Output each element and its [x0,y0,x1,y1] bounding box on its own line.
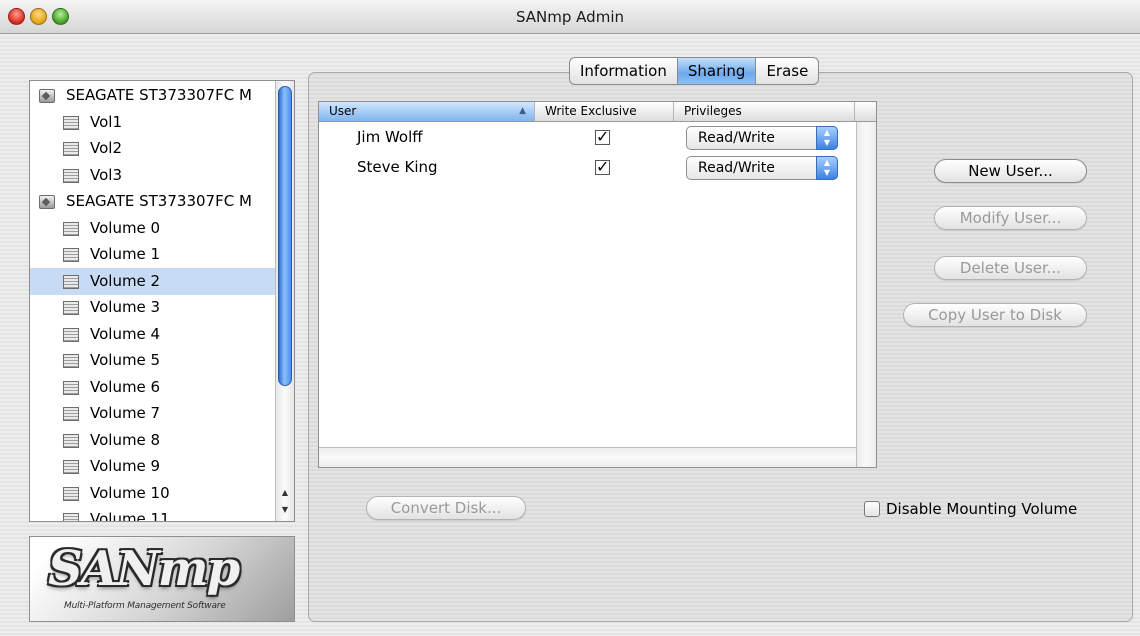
tree-item-label: Volume 9 [90,457,161,475]
user-name-cell: Jim Wolff [357,128,423,146]
column-header-user-label: User [329,104,357,118]
volume-icon [63,513,79,521]
tree-item-volume[interactable]: Volume 11 [30,506,275,522]
tab-bar: Information Sharing Erase [569,57,820,85]
tree-item-label: Volume 8 [90,430,161,449]
scroll-down-arrow-icon[interactable]: ▼ [276,502,294,517]
volume-icon [63,274,79,289]
tree-item-volume[interactable]: Vol3 [30,162,275,189]
tree-scrollbar[interactable]: ▲ ▼ [275,81,294,521]
volume-icon [63,380,79,395]
tree-item-label: Vol3 [90,165,122,184]
tree-item-volume[interactable]: Volume 8 [30,427,275,454]
delete-user-button[interactable]: Delete User... [934,256,1087,280]
hard-disk-icon [39,195,55,209]
sort-ascending-icon: ▲ [519,106,526,116]
tree-item-volume[interactable]: Volume 0 [30,215,275,242]
tree-item-volume[interactable]: Volume 4 [30,321,275,348]
volume-icon [63,327,79,342]
tree-item-volume[interactable]: Volume 10 [30,480,275,507]
tree-item-label: Vol1 [90,112,122,131]
tree-item-label: Volume 0 [90,218,161,237]
scroll-up-arrow-icon[interactable]: ▲ [276,485,294,500]
tree-item-label: Volume 11 [90,510,170,522]
tree-item-volume[interactable]: Volume 9 [30,453,275,480]
tree-item-volume[interactable]: Volume 5 [30,347,275,374]
volume-tree[interactable]: SEAGATE ST373307FC M Vol1 Vol2 Vol3 SEAGATE … [29,80,295,522]
table-vertical-scrollbar[interactable] [856,122,876,467]
volume-icon [63,460,79,474]
table-row[interactable]: Jim Wolff ✓ Read/Write ▲ ▼ [319,124,856,154]
tab-erase[interactable]: Erase [756,58,818,84]
tree-item-label: SEAGATE ST373307FC M [66,86,252,104]
column-header-write-exclusive[interactable]: Write Exclusive [535,102,674,121]
window-title: SANmp Admin [516,8,624,26]
tree-item-label: Volume 1 [90,245,161,263]
copy-user-to-disk-button[interactable]: Copy User to Disk [903,303,1087,327]
volume-icon [63,142,79,156]
tree-item-volume[interactable]: Vol2 [30,135,275,162]
popup-arrows-icon[interactable]: ▲ ▼ [816,156,838,180]
tree-item-label: Volume 5 [90,351,161,369]
tree-item-disk[interactable]: SEAGATE ST373307FC M [30,82,275,109]
tree-item-label: Volume 7 [90,404,161,422]
volume-icon [63,433,79,448]
privileges-value: Read/Write [698,160,775,176]
app-window: SANmp Admin SEAGATE ST373307FC M Vol1 Vol2… [0,0,1140,636]
tree-item-disk[interactable]: SEAGATE ST373307FC M [30,188,275,215]
logo-tagline: Multi-Platform Management Software [64,601,226,611]
table-header: User ▲ Write Exclusive Privileges [319,102,876,122]
write-exclusive-checkbox[interactable]: ✓ [595,129,610,145]
tree-item-label: SEAGATE ST373307FC M [66,192,252,210]
modify-user-button[interactable]: Modify User... [934,206,1087,230]
disable-mounting-label: Disable Mounting Volume [886,500,1078,518]
volume-icon [63,354,79,368]
tree-item-volume[interactable]: Volume 6 [30,374,275,401]
privileges-popup[interactable]: Read/Write ▲ ▼ [686,126,838,150]
tree-item-label: Volume 2 [90,271,161,290]
volume-icon [63,301,79,315]
title-bar[interactable]: SANmp Admin [0,0,1140,34]
column-header-privileges[interactable]: Privileges [674,102,855,121]
volume-icon [63,168,79,183]
tab-information[interactable]: Information [570,58,678,84]
sanmp-logo: SANmp Multi-Platform Management Software [29,536,295,622]
tree-item-volume[interactable]: Volume 1 [30,241,275,268]
logo-wordmark: SANmp [48,541,240,597]
users-table[interactable]: User ▲ Write Exclusive Privileges Jim Wo… [318,101,877,468]
tree-item-volume[interactable]: Volume 3 [30,294,275,321]
tree-item-label: Volume 4 [90,324,161,343]
table-horizontal-scrollbar[interactable] [319,447,856,467]
tree-item-volume[interactable]: Vol1 [30,109,275,136]
hard-disk-icon [39,89,55,103]
column-header-user[interactable]: User ▲ [319,102,535,121]
user-name-cell: Steve King [357,158,438,176]
tree-item-label: Volume 3 [90,298,161,316]
convert-disk-button[interactable]: Convert Disk... [366,496,526,520]
volume-icon [63,407,79,421]
tree-item-label: Volume 6 [90,377,161,396]
tab-sharing[interactable]: Sharing [677,58,757,84]
disable-mounting-checkbox[interactable] [864,501,880,517]
tree-item-label: Volume 10 [90,483,170,502]
table-row[interactable]: Steve King ✓ Read/Write ▲ ▼ [319,154,856,184]
tree-item-volume[interactable]: Volume 2 [30,267,275,295]
privileges-value: Read/Write [698,130,775,146]
popup-arrows-icon[interactable]: ▲ ▼ [816,126,838,150]
volume-icon [63,486,79,501]
volume-icon [63,221,79,236]
volume-icon [63,115,79,130]
tree-scroll-thumb[interactable] [278,86,292,386]
write-exclusive-checkbox[interactable]: ✓ [595,159,610,175]
new-user-button[interactable]: New User... [934,159,1087,183]
tree-item-volume[interactable]: Volume 7 [30,400,275,427]
volume-icon [63,248,79,262]
tree-item-label: Vol2 [90,139,122,157]
privileges-popup[interactable]: Read/Write ▲ ▼ [686,156,838,180]
